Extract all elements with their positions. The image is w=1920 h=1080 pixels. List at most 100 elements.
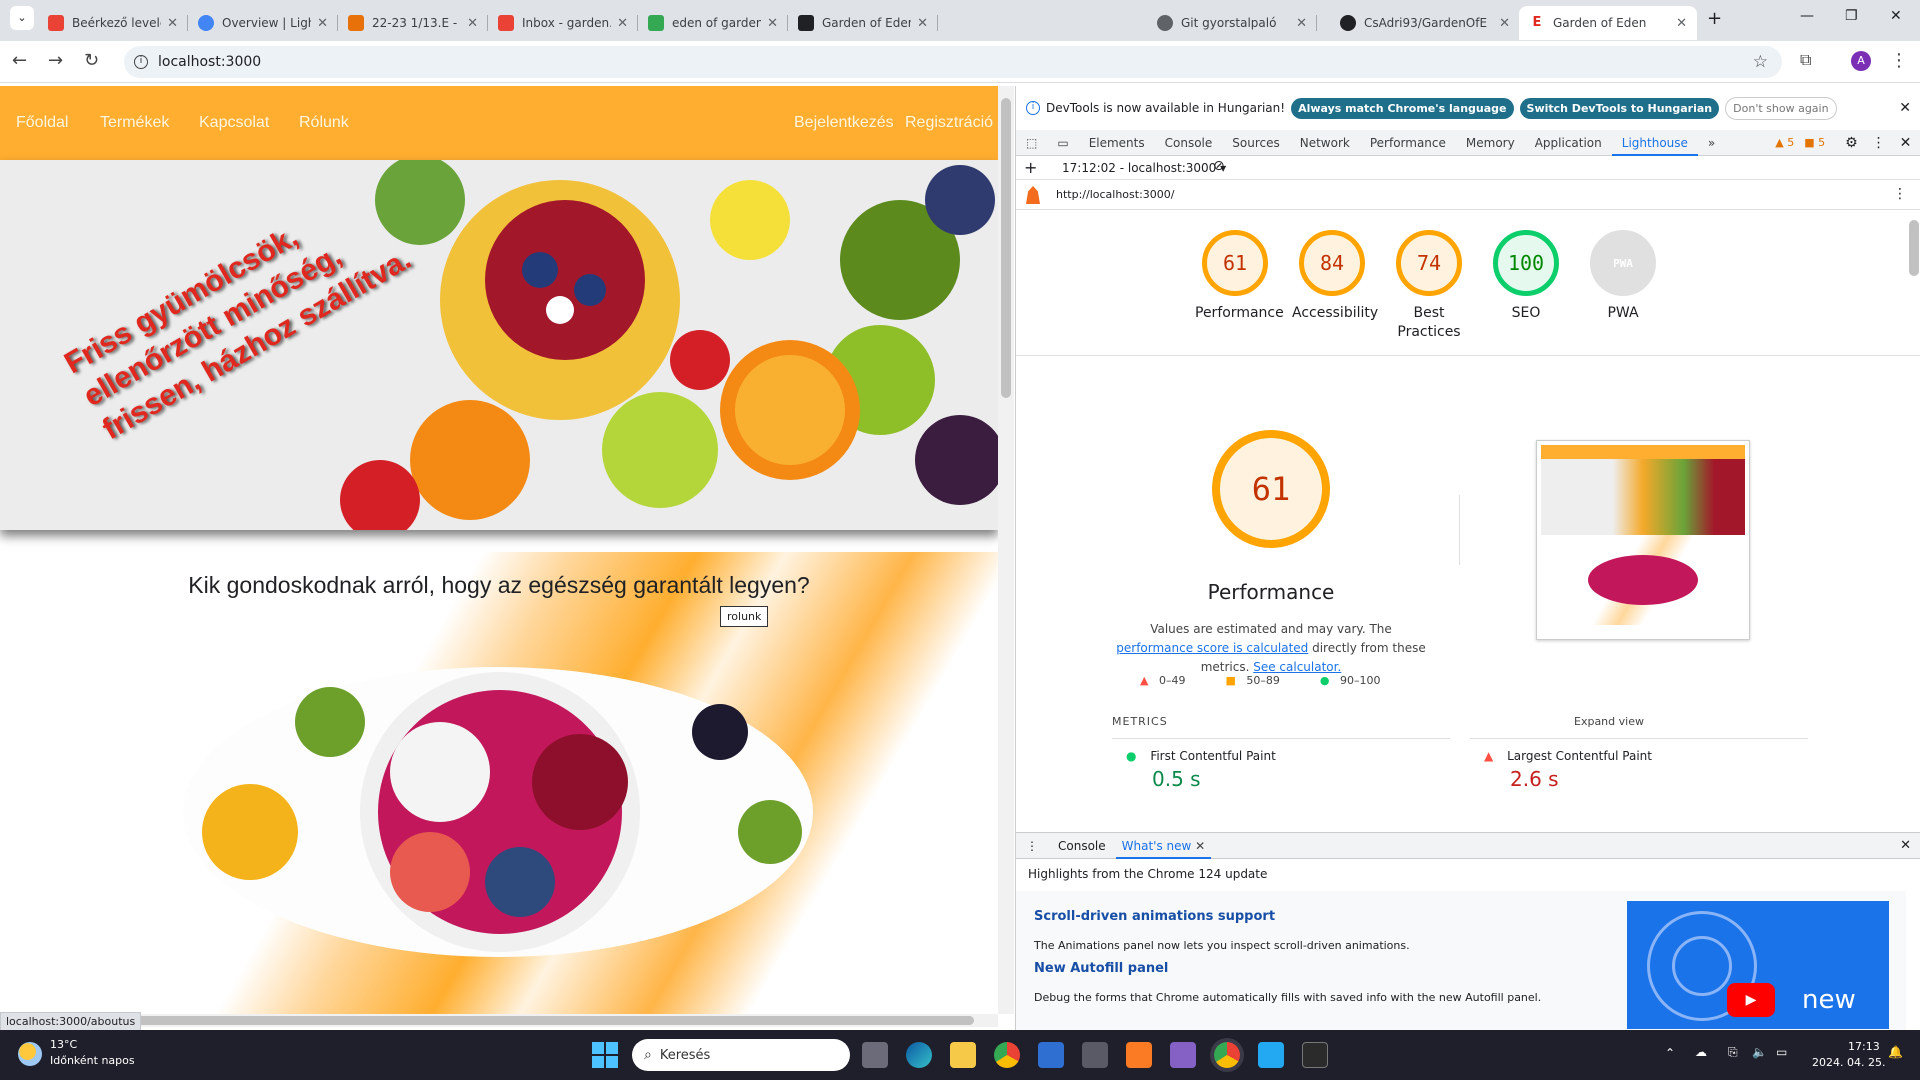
switch-language-button[interactable]: Switch DevTools to Hungarian xyxy=(1519,97,1720,119)
close-icon[interactable]: ✕ xyxy=(1195,839,1205,853)
nav-link-products[interactable]: Termékek xyxy=(100,114,169,132)
device-toolbar-icon[interactable]: ▭ xyxy=(1047,130,1078,156)
scroll-thumb[interactable] xyxy=(14,1016,974,1025)
xampp-icon[interactable] xyxy=(1126,1042,1152,1068)
report-selector[interactable]: 17:12:02 - localhost:3000 ▾ xyxy=(1062,161,1226,175)
inspect-element-icon[interactable]: ⬚ xyxy=(1016,130,1047,156)
tab-trello[interactable]: Garden of Eden | Trel ✕ xyxy=(788,6,938,40)
tab-drive[interactable]: eden of garden – Goo ✕ xyxy=(638,6,788,40)
nav-link-contact[interactable]: Kapcsolat xyxy=(199,114,269,132)
tab-garden-of-eden[interactable]: E Garden of Eden ✕ xyxy=(1519,6,1697,40)
tab-memory[interactable]: Memory xyxy=(1456,130,1525,156)
nav-link-home[interactable]: Főoldal xyxy=(16,114,68,132)
close-devtools-icon[interactable]: ✕ xyxy=(1900,135,1912,151)
settings-gear-icon[interactable]: ⚙ xyxy=(1845,135,1858,151)
page-vertical-scrollbar[interactable] xyxy=(998,86,1014,1014)
onedrive-icon[interactable]: ☁ xyxy=(1695,1045,1707,1059)
new-tab-button[interactable]: + xyxy=(1707,8,1722,29)
tab-gmail[interactable]: Beérkező levelek (1) - ✕ xyxy=(38,6,188,40)
edge-icon[interactable] xyxy=(906,1042,932,1068)
kebab-menu-icon[interactable]: ⋮ xyxy=(1872,135,1886,151)
back-icon[interactable]: ← xyxy=(12,50,27,71)
window-close-icon[interactable]: ✕ xyxy=(1890,8,1902,24)
close-icon[interactable]: ✕ xyxy=(467,16,478,31)
nav-link-login[interactable]: Bejelentkezés xyxy=(794,114,894,132)
chrome-profile-icon[interactable] xyxy=(1214,1042,1240,1068)
clear-icon[interactable]: ⊘ xyxy=(1213,158,1225,174)
see-calculator-link[interactable]: See calculator. xyxy=(1253,660,1341,674)
whats-new-video-thumbnail[interactable]: ▶ new xyxy=(1627,901,1889,1029)
visual-studio-icon[interactable] xyxy=(1170,1042,1196,1068)
report-menu-icon[interactable]: ⋮ xyxy=(1893,186,1907,202)
more-tabs-button[interactable]: » xyxy=(1698,130,1725,156)
notification-bell-icon[interactable]: 🔔 xyxy=(1888,1045,1903,1059)
restore-icon[interactable]: ❐ xyxy=(1845,8,1858,24)
close-icon[interactable]: ✕ xyxy=(1899,100,1911,116)
close-icon[interactable]: ✕ xyxy=(617,16,628,31)
whats-new-item-title[interactable]: Scroll-driven animations support xyxy=(1034,909,1275,924)
close-icon[interactable]: ✕ xyxy=(917,16,928,31)
dont-show-again-button[interactable]: Don't show again xyxy=(1725,96,1837,120)
tab-application[interactable]: Application xyxy=(1525,130,1612,156)
site-info-icon[interactable]: i xyxy=(134,55,148,69)
clock-date[interactable]: 2024. 04. 25. xyxy=(1812,1056,1885,1069)
taskbar-search-box[interactable]: ⌕ Keresés xyxy=(632,1039,850,1071)
network-icon[interactable]: ⎘ xyxy=(1728,1045,1738,1060)
score-best-practices[interactable]: 74 Best Practices xyxy=(1389,230,1469,342)
reload-icon[interactable]: ↻ xyxy=(84,50,99,71)
terminal-icon[interactable] xyxy=(1302,1042,1328,1068)
forward-icon[interactable]: → xyxy=(48,50,63,71)
score-performance[interactable]: 61 Performance xyxy=(1195,230,1284,323)
close-icon[interactable]: ✕ xyxy=(767,16,778,31)
extensions-icon[interactable]: ⧉ xyxy=(1800,50,1811,70)
close-icon[interactable]: ✕ xyxy=(167,16,178,31)
chrome-menu-icon[interactable]: ⋮ xyxy=(1890,50,1908,71)
close-icon[interactable]: ✕ xyxy=(1676,16,1687,31)
tab-search-button[interactable]: ⌄ xyxy=(10,6,34,30)
chrome-icon[interactable] xyxy=(994,1042,1020,1068)
page-horizontal-scrollbar[interactable] xyxy=(0,1014,998,1027)
volume-icon[interactable]: 🔈 xyxy=(1752,1045,1767,1059)
whats-new-item-title[interactable]: New Autofill panel xyxy=(1034,961,1168,976)
youtube-play-icon[interactable]: ▶ xyxy=(1727,983,1775,1017)
new-report-icon[interactable]: + xyxy=(1024,158,1037,177)
task-view-icon[interactable] xyxy=(862,1042,888,1068)
score-pwa[interactable]: PWA PWA xyxy=(1583,230,1663,323)
address-bar[interactable]: i localhost:3000 ☆ xyxy=(124,46,1782,78)
tab-network[interactable]: Network xyxy=(1290,130,1360,156)
tab-lighthouse[interactable]: Lighthouse xyxy=(1611,130,1698,156)
tab-performance[interactable]: Performance xyxy=(1360,130,1456,156)
nav-link-register[interactable]: Regisztráció xyxy=(905,114,993,132)
close-icon[interactable]: ✕ xyxy=(1296,16,1307,31)
warning-icon[interactable]: ▲ 5 xyxy=(1775,136,1794,149)
windows-start-icon[interactable] xyxy=(592,1042,618,1068)
weather-temp[interactable]: 13°C xyxy=(50,1038,77,1051)
nav-link-about[interactable]: Rólunk xyxy=(299,114,349,132)
score-accessibility[interactable]: 84 Accessibility xyxy=(1292,230,1378,323)
issues-icon[interactable]: ■ 5 xyxy=(1804,136,1825,149)
tab-console[interactable]: Console xyxy=(1155,130,1223,156)
match-language-button[interactable]: Always match Chrome's language xyxy=(1291,97,1514,119)
drawer-tab-console[interactable]: Console xyxy=(1048,839,1116,853)
tab-elements[interactable]: Elements xyxy=(1079,130,1155,156)
drawer-menu-icon[interactable]: ⋮ xyxy=(1026,839,1038,853)
clock-time[interactable]: 17:13 xyxy=(1848,1040,1880,1053)
file-explorer-icon[interactable] xyxy=(950,1042,976,1068)
drawer-tab-whats-new[interactable]: What's new ✕ xyxy=(1115,833,1212,859)
report-url[interactable]: http://localhost:3000/ xyxy=(1056,188,1174,201)
report-scrollbar[interactable] xyxy=(1909,220,1919,276)
weather-icon[interactable] xyxy=(18,1042,42,1066)
tab-lighthouse-overview[interactable]: Overview | Lighthou ✕ xyxy=(188,6,338,40)
score-seo[interactable]: 100 SEO xyxy=(1486,230,1566,323)
close-icon[interactable]: ✕ xyxy=(317,16,328,31)
battery-icon[interactable]: ▭ xyxy=(1776,1045,1787,1059)
vscode-icon[interactable] xyxy=(1258,1042,1284,1068)
calculator-icon[interactable] xyxy=(1082,1042,1108,1068)
final-screenshot-thumbnail[interactable] xyxy=(1536,440,1750,640)
weather-desc[interactable]: Időnként napos xyxy=(50,1054,135,1067)
profile-avatar[interactable]: A xyxy=(1851,51,1871,71)
tab-github[interactable]: CsAdri93/GardenOfE ✕ xyxy=(1330,6,1520,40)
tab-git[interactable]: Git gyorstalpaló ✕ xyxy=(1147,6,1317,40)
score-calculated-link[interactable]: performance score is calculated xyxy=(1116,641,1308,655)
store-icon[interactable] xyxy=(1038,1042,1064,1068)
